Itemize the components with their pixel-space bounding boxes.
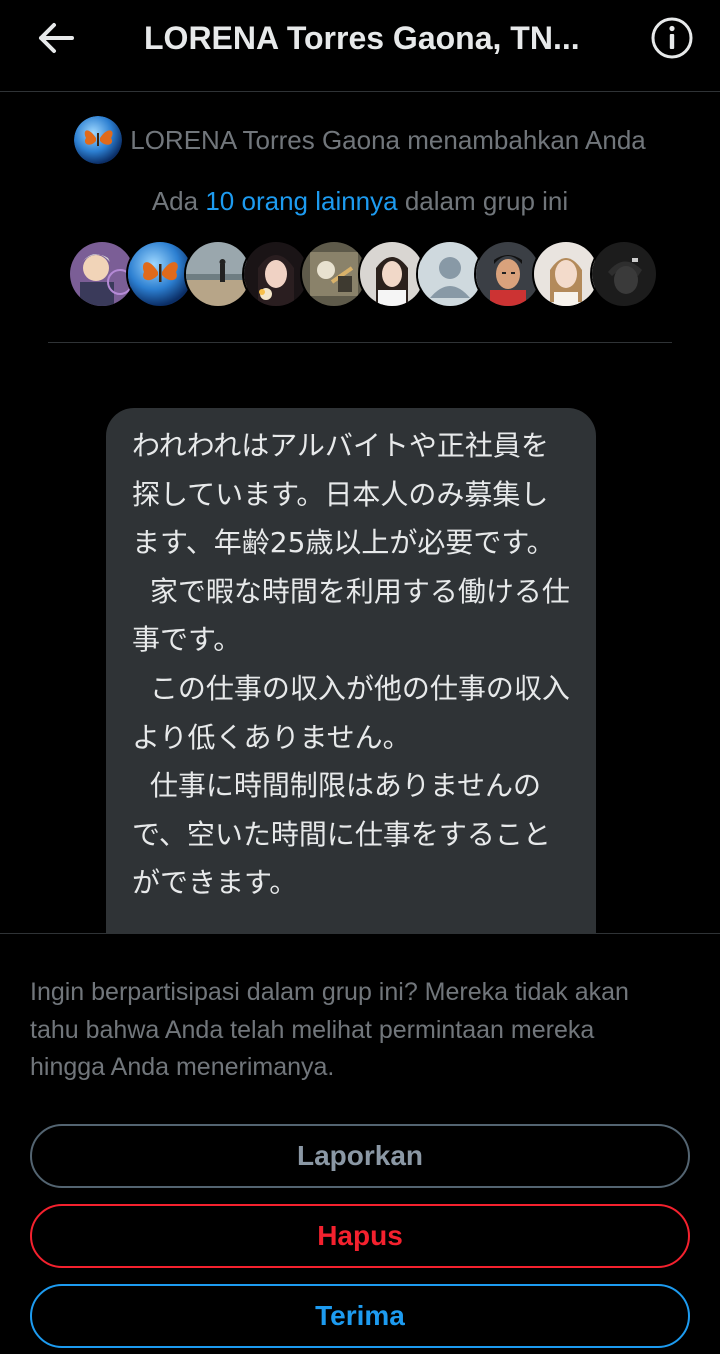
members-summary: Ada 10 orang lainnya dalam grup ini — [0, 186, 720, 217]
info-button[interactable] — [648, 14, 696, 62]
message-bubble[interactable]: われわれはアルバイトや正社員を探しています。日本人のみ募集します、年齢25歳以上… — [106, 408, 596, 968]
request-prompt: Ingin berpartisipasi dalam grup ini? Mer… — [30, 978, 629, 1081]
added-by-text: LORENA Torres Gaona menambahkan Anda — [130, 124, 646, 155]
arrow-left-icon — [39, 23, 74, 53]
member-avatar-stack[interactable] — [68, 240, 668, 308]
other-members-link[interactable]: 10 orang lainnya — [205, 186, 397, 216]
message-text: われわれはアルバイトや正社員を探しています。日本人のみ募集します、年齢25歳以上… — [132, 429, 570, 900]
section-divider — [48, 342, 672, 343]
top-bar: LORENA Torres Gaona, TN... — [0, 0, 720, 92]
back-button[interactable] — [28, 14, 84, 62]
inviter-avatar[interactable] — [74, 116, 123, 164]
conversation-title[interactable]: LORENA Torres Gaona, TN... — [144, 14, 624, 62]
report-button[interactable]: Laporkan — [30, 1124, 690, 1188]
added-by-row: LORENA Torres Gaona menambahkan Anda — [0, 114, 720, 166]
info-circle-icon — [651, 17, 693, 59]
members-prefix: Ada — [151, 186, 206, 216]
accept-button[interactable]: Terima — [30, 1284, 690, 1348]
members-suffix: dalam grup ini — [397, 186, 569, 216]
delete-button[interactable]: Hapus — [30, 1204, 690, 1268]
message-request-panel: Ingin berpartisipasi dalam grup ini? Mer… — [0, 933, 720, 1354]
member-avatar — [590, 240, 658, 308]
